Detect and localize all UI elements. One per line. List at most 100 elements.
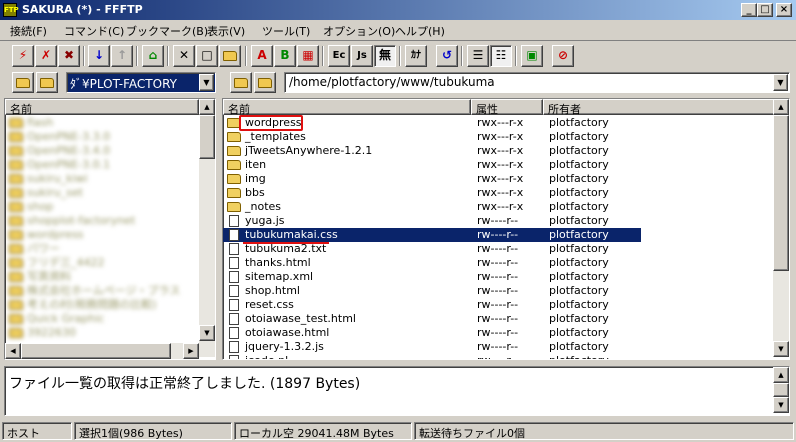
local-list-item[interactable]: OpenPNE-3.3.0 bbox=[5, 130, 197, 144]
remote-file-row[interactable]: _notes rwx---r-x plotfactory bbox=[223, 200, 641, 214]
scroll-down-icon[interactable]: ▼ bbox=[199, 325, 215, 341]
local-list-item[interactable]: sukiru_kiwi bbox=[5, 172, 197, 186]
scroll-thumb[interactable] bbox=[773, 115, 789, 271]
local-path-combo[interactable]: ﾀﾞ¥PLOT-FACTORY ▼ bbox=[66, 72, 216, 93]
remote-file-row[interactable]: bbs rwx---r-x plotfactory bbox=[223, 186, 641, 200]
local-list-item[interactable]: shop bbox=[5, 200, 197, 214]
remote-file-owner: plotfactory bbox=[549, 214, 609, 227]
remote-parent-folder-icon[interactable] bbox=[230, 72, 252, 93]
list-view-icon[interactable]: ☰ bbox=[467, 45, 489, 67]
stop-icon[interactable]: ⊘ bbox=[552, 45, 574, 67]
home-icon[interactable]: ⌂ bbox=[142, 45, 164, 67]
disconnect-icon[interactable]: ✖ bbox=[58, 45, 80, 67]
scroll-down-icon[interactable]: ▼ bbox=[773, 341, 789, 357]
remote-file-row[interactable]: shop.html rw----r-- plotfactory bbox=[223, 284, 641, 298]
delete-icon[interactable]: ✕ bbox=[173, 45, 195, 67]
menu-connect[interactable]: 接続(F) bbox=[10, 23, 47, 39]
local-vertical-scrollbar[interactable]: ▲ ▼ bbox=[199, 99, 215, 357]
local-list-item[interactable]: 株式会社ホームページ・プラス bbox=[5, 284, 197, 298]
scroll-up-icon[interactable]: ▲ bbox=[773, 367, 789, 383]
auto-mode-icon[interactable]: ▦ bbox=[297, 45, 319, 67]
local-list-item[interactable]: flash bbox=[5, 116, 197, 130]
remote-file-row[interactable]: _templates rwx---r-x plotfactory bbox=[223, 130, 641, 144]
remote-file-row[interactable]: iten rwx---r-x plotfactory bbox=[223, 158, 641, 172]
connect-plug-icon[interactable]: ⚡ bbox=[12, 45, 34, 67]
local-list-item[interactable]: パワー bbox=[5, 242, 197, 256]
quick-connect-icon[interactable]: ✗ bbox=[35, 45, 57, 67]
remote-path-combo[interactable]: /home/plotfactory/www/tubukuma ▼ bbox=[284, 72, 790, 93]
euc-convert-icon[interactable]: Ec bbox=[328, 45, 350, 67]
log-vertical-scrollbar[interactable]: ▲ ▼ bbox=[773, 367, 789, 413]
menu-bookmark[interactable]: ブックマーク(B) bbox=[126, 23, 208, 39]
remote-file-row[interactable]: thanks.html rw----r-- plotfactory bbox=[223, 256, 641, 270]
remote-file-owner: plotfactory bbox=[549, 312, 609, 325]
local-open-folder-icon[interactable] bbox=[36, 72, 58, 93]
scroll-up-icon[interactable]: ▲ bbox=[199, 99, 215, 115]
download-arrow-icon[interactable]: ↓ bbox=[88, 45, 110, 67]
title-bar[interactable]: FTP SAKURA (*) - FFFTP _ □ × bbox=[0, 0, 796, 20]
local-list-item[interactable]: 写真資料 bbox=[5, 270, 197, 284]
remote-file-row[interactable]: jquery-1.3.2.js rw----r-- plotfactory bbox=[223, 340, 641, 354]
remote-open-folder-icon[interactable] bbox=[254, 72, 276, 93]
remote-file-list[interactable]: 名前 属性 所有者 wordpress rwx---r-x plotfactory _… bbox=[222, 98, 790, 360]
local-horizontal-scrollbar[interactable]: ◀ ▶ bbox=[5, 343, 199, 359]
local-list-item[interactable]: OpenPNE-3.4.0 bbox=[5, 144, 197, 158]
remote-file-row[interactable]: tubukumakai.css rw----r-- plotfactory bbox=[223, 228, 641, 242]
menu-help[interactable]: ヘルプ(H) bbox=[395, 23, 445, 39]
new-folder-icon[interactable] bbox=[219, 45, 241, 67]
scroll-thumb[interactable] bbox=[773, 383, 789, 397]
kana-convert-icon[interactable]: ｶﾅ bbox=[405, 45, 427, 67]
local-column-name[interactable]: 名前 bbox=[5, 99, 199, 116]
jis-convert-icon[interactable]: Js bbox=[351, 45, 373, 67]
scroll-up-icon[interactable]: ▲ bbox=[773, 99, 789, 115]
local-list-item[interactable]: Quick Graphic bbox=[5, 312, 197, 326]
rename-icon[interactable]: □ bbox=[196, 45, 218, 67]
ascii-mode-icon[interactable]: A bbox=[251, 45, 273, 67]
remote-file-row[interactable]: jcode.pl rw----r-- plotfactory bbox=[223, 354, 641, 359]
local-path-dropdown-icon[interactable]: ▼ bbox=[199, 74, 214, 91]
remote-path-dropdown-icon[interactable]: ▼ bbox=[773, 74, 788, 91]
close-button[interactable]: × bbox=[776, 3, 792, 17]
sync-icon[interactable]: ▣ bbox=[521, 45, 543, 67]
folder-icon bbox=[227, 172, 241, 186]
local-parent-folder-icon[interactable] bbox=[12, 72, 34, 93]
local-list-item[interactable]: wordpress bbox=[5, 228, 197, 242]
remote-file-row[interactable]: otoiawase.html rw----r-- plotfactory bbox=[223, 326, 641, 340]
remote-file-row[interactable]: sitemap.xml rw----r-- plotfactory bbox=[223, 270, 641, 284]
refresh-icon[interactable]: ↺ bbox=[436, 45, 458, 67]
remote-column-owner[interactable]: 所有者 bbox=[543, 99, 775, 116]
log-panel[interactable]: ファイル一覧の取得は正常終了しました. (1897 Bytes) ▲ ▼ bbox=[4, 366, 790, 416]
scroll-down-icon[interactable]: ▼ bbox=[773, 397, 789, 413]
remote-file-row[interactable]: yuga.js rw----r-- plotfactory bbox=[223, 214, 641, 228]
remote-file-row[interactable]: reset.css rw----r-- plotfactory bbox=[223, 298, 641, 312]
no-convert-icon[interactable]: 無 bbox=[374, 45, 396, 67]
remote-file-row[interactable]: otoiawase_test.html rw----r-- plotfactory bbox=[223, 312, 641, 326]
maximize-button[interactable]: □ bbox=[757, 3, 773, 17]
menu-options[interactable]: オプション(O) bbox=[323, 23, 395, 39]
scroll-thumb[interactable] bbox=[199, 115, 215, 159]
local-list-item[interactable]: フリデ三_4422 bbox=[5, 256, 197, 270]
remote-file-row[interactable]: jTweetsAnywhere-1.2.1 rwx---r-x plotfactor… bbox=[223, 144, 641, 158]
remote-vertical-scrollbar[interactable]: ▲ ▼ bbox=[773, 99, 789, 357]
local-list-item[interactable]: 3922630 bbox=[5, 326, 197, 340]
menu-tools[interactable]: ツール(T) bbox=[262, 23, 310, 39]
local-list-item[interactable]: shopplot-factorynet bbox=[5, 214, 197, 228]
menu-view[interactable]: 表示(V) bbox=[207, 23, 245, 39]
remote-file-row[interactable]: img rwx---r-x plotfactory bbox=[223, 172, 641, 186]
local-list-item[interactable]: OpenPNE-3.0.1 bbox=[5, 158, 197, 172]
scroll-left-icon[interactable]: ◀ bbox=[5, 343, 21, 359]
remote-file-row[interactable]: tubukuma2.txt rw----r-- plotfactory bbox=[223, 242, 641, 256]
detail-view-icon[interactable]: ☷ bbox=[490, 45, 512, 67]
scroll-right-icon[interactable]: ▶ bbox=[183, 343, 199, 359]
local-list-item[interactable]: 考えの村(税務問題の比較) bbox=[5, 298, 197, 312]
minimize-button[interactable]: _ bbox=[741, 3, 757, 17]
remote-column-name[interactable]: 名前 bbox=[223, 99, 471, 116]
h-scroll-thumb[interactable] bbox=[21, 343, 171, 359]
upload-arrow-icon[interactable]: ↑ bbox=[111, 45, 133, 67]
remote-column-attr[interactable]: 属性 bbox=[471, 99, 543, 116]
menu-command[interactable]: コマンド(C) bbox=[64, 23, 124, 39]
local-file-list[interactable]: 名前 flash OpenPNE-3.3.0 OpenPNE-3.4.0 OpenPN… bbox=[4, 98, 216, 360]
remote-file-name: otoiawase_test.html bbox=[245, 312, 356, 325]
binary-mode-icon[interactable]: B bbox=[274, 45, 296, 67]
local-list-item[interactable]: sukiru_set bbox=[5, 186, 197, 200]
